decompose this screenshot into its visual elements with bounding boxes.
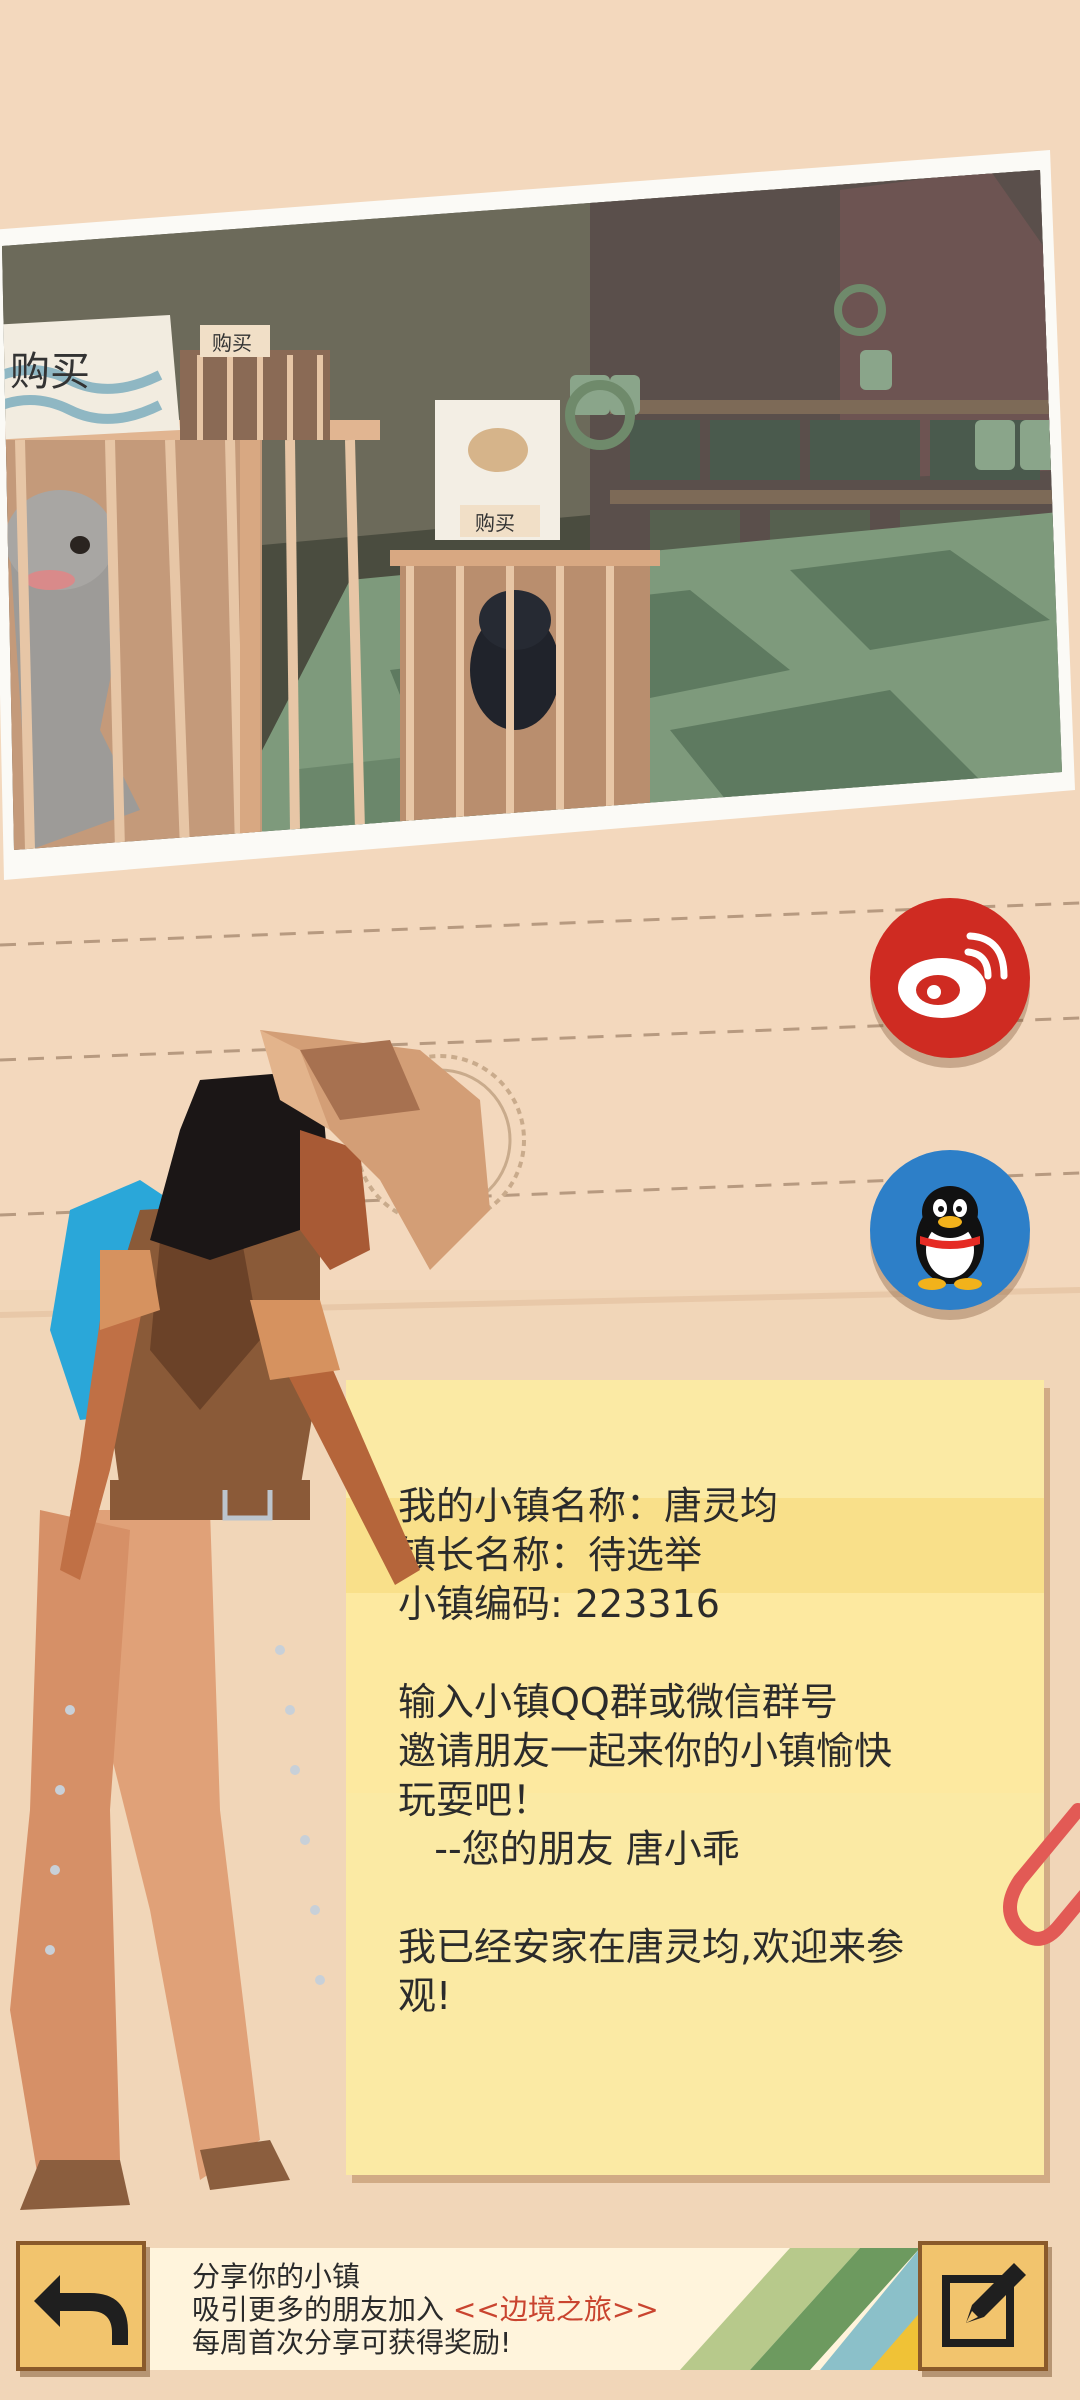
sign-buy-small: 购买: [212, 331, 252, 355]
share-reward-text: 每周首次分享可获得奖励!: [192, 2326, 512, 2359]
back-button[interactable]: [16, 2241, 146, 2371]
share-subtitle: 吸引更多的朋友加入: [192, 2293, 453, 2326]
qq-share-button[interactable]: [870, 1150, 1030, 1310]
sign-buy-large: 购买: [10, 349, 90, 395]
pencil-edit-icon: [942, 2263, 1026, 2347]
qq-penguin-icon: [916, 1186, 984, 1290]
sign-buy-dog: 购买: [475, 511, 515, 535]
share-bar: 分享你的小镇 吸引更多的朋友加入 <<边境之旅>> 每周首次分享可获得奖励!: [0, 2228, 1080, 2400]
cowgirl-character: [10, 1030, 490, 2210]
pet-shop-photo: 购买 购买 购买: [0, 150, 1080, 890]
weibo-share-button[interactable]: [870, 898, 1030, 1058]
banner-decoration: [680, 2248, 950, 2370]
edit-button[interactable]: [918, 2241, 1048, 2371]
share-title: 分享你的小镇: [192, 2260, 361, 2293]
weibo-icon: [898, 932, 1008, 1018]
back-arrow-icon: [34, 2275, 128, 2345]
paper-clip: [1003, 1803, 1080, 1946]
